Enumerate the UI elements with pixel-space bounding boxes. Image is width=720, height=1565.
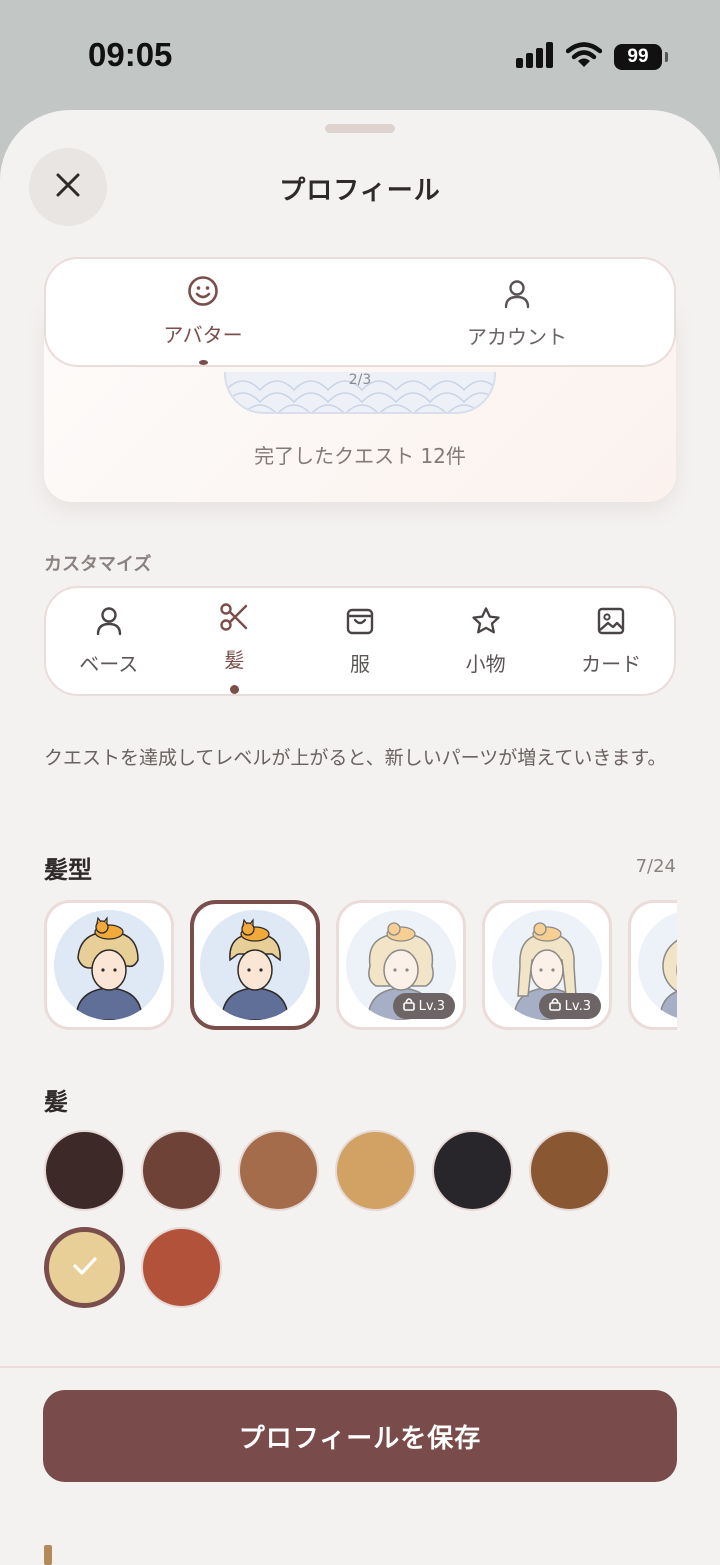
color-swatch-selected[interactable]	[44, 1227, 125, 1308]
color-swatch[interactable]	[432, 1130, 513, 1211]
hair-style-option[interactable]	[628, 900, 677, 1030]
color-swatch[interactable]	[335, 1130, 416, 1211]
tab-clothes[interactable]: 服	[297, 588, 423, 694]
tab-card-label: カード	[581, 652, 642, 676]
color-swatch[interactable]	[238, 1130, 319, 1211]
tab-avatar-label: アバター	[163, 323, 243, 347]
active-indicator	[229, 685, 239, 694]
profile-sheet: プロフィール 2/3 完了したクエスト 12件 アバター アカウント カスタマイ…	[0, 110, 720, 1565]
lock-icon	[548, 997, 561, 1015]
lock-icon	[402, 997, 415, 1015]
scissors-icon	[219, 602, 249, 636]
avatar-thumbnail	[638, 910, 677, 1020]
color-swatch[interactable]	[141, 1227, 222, 1308]
badge-progress: 2/3	[348, 372, 372, 388]
background-content-edge	[44, 1545, 52, 1565]
hair-color-title: 髪	[44, 1088, 68, 1116]
hair-style-title: 髪型	[44, 856, 92, 884]
status-icons: 99	[516, 42, 668, 72]
quest-count: 完了したクエスト 12件	[254, 444, 466, 468]
save-profile-button[interactable]: プロフィールを保存	[43, 1390, 677, 1482]
star-icon	[471, 606, 501, 640]
hair-color-swatches	[44, 1130, 684, 1308]
tab-account[interactable]: アカウント	[360, 259, 674, 365]
main-tabs: アバター アカウント	[44, 257, 676, 367]
unlock-hint: クエストを達成してレベルが上がると、新しいパーツが増えていきます。	[44, 747, 667, 769]
tab-base[interactable]: ベース	[46, 588, 172, 694]
customize-label: カスタマイズ	[44, 554, 152, 575]
hair-style-list: Lv.3 Lv.3	[44, 900, 677, 1032]
avatar-thumbnail	[200, 910, 310, 1020]
hair-style-option-locked[interactable]: Lv.3	[336, 900, 466, 1030]
tab-base-label: ベース	[79, 652, 139, 676]
bag-icon	[345, 606, 375, 640]
page-title: プロフィール	[279, 176, 441, 206]
tab-hair-label: 髪	[224, 648, 245, 672]
tab-clothes-label: 服	[349, 652, 370, 676]
status-time: 09:05	[88, 36, 173, 73]
status-bar: 09:05 99	[0, 0, 720, 110]
smile-icon	[187, 275, 219, 311]
tab-avatar[interactable]: アバター	[46, 259, 360, 365]
hair-style-count: 7/24	[635, 856, 676, 877]
avatar-thumbnail	[54, 910, 164, 1020]
tab-accessories-label: 小物	[465, 652, 506, 676]
image-icon	[596, 606, 626, 640]
sheet-grabber[interactable]	[325, 124, 395, 133]
quest-badge: 2/3	[224, 372, 496, 414]
user-icon	[95, 606, 123, 640]
hair-style-option[interactable]	[44, 900, 174, 1030]
tab-card[interactable]: カード	[548, 588, 674, 694]
lock-badge: Lv.3	[538, 993, 601, 1019]
color-swatch[interactable]	[44, 1130, 125, 1211]
tab-account-label: アカウント	[467, 325, 567, 349]
battery-indicator: 99	[614, 44, 668, 70]
lock-level: Lv.3	[564, 998, 591, 1014]
hair-style-option-locked[interactable]: Lv.3	[482, 900, 612, 1030]
hair-style-option-selected[interactable]	[190, 900, 320, 1030]
lock-badge: Lv.3	[392, 993, 455, 1019]
lock-level: Lv.3	[418, 998, 445, 1014]
wifi-icon	[565, 42, 603, 72]
tab-accessories[interactable]: 小物	[423, 588, 549, 694]
color-swatch[interactable]	[529, 1130, 610, 1211]
footer-divider	[0, 1366, 720, 1368]
color-swatch[interactable]	[141, 1130, 222, 1211]
signal-icon	[516, 42, 554, 72]
customize-tabs: ベース 髪 服 小物 カード	[44, 586, 676, 696]
user-icon	[503, 279, 531, 313]
active-indicator	[198, 360, 208, 365]
tab-hair[interactable]: 髪	[172, 588, 298, 694]
check-icon	[72, 1255, 98, 1281]
